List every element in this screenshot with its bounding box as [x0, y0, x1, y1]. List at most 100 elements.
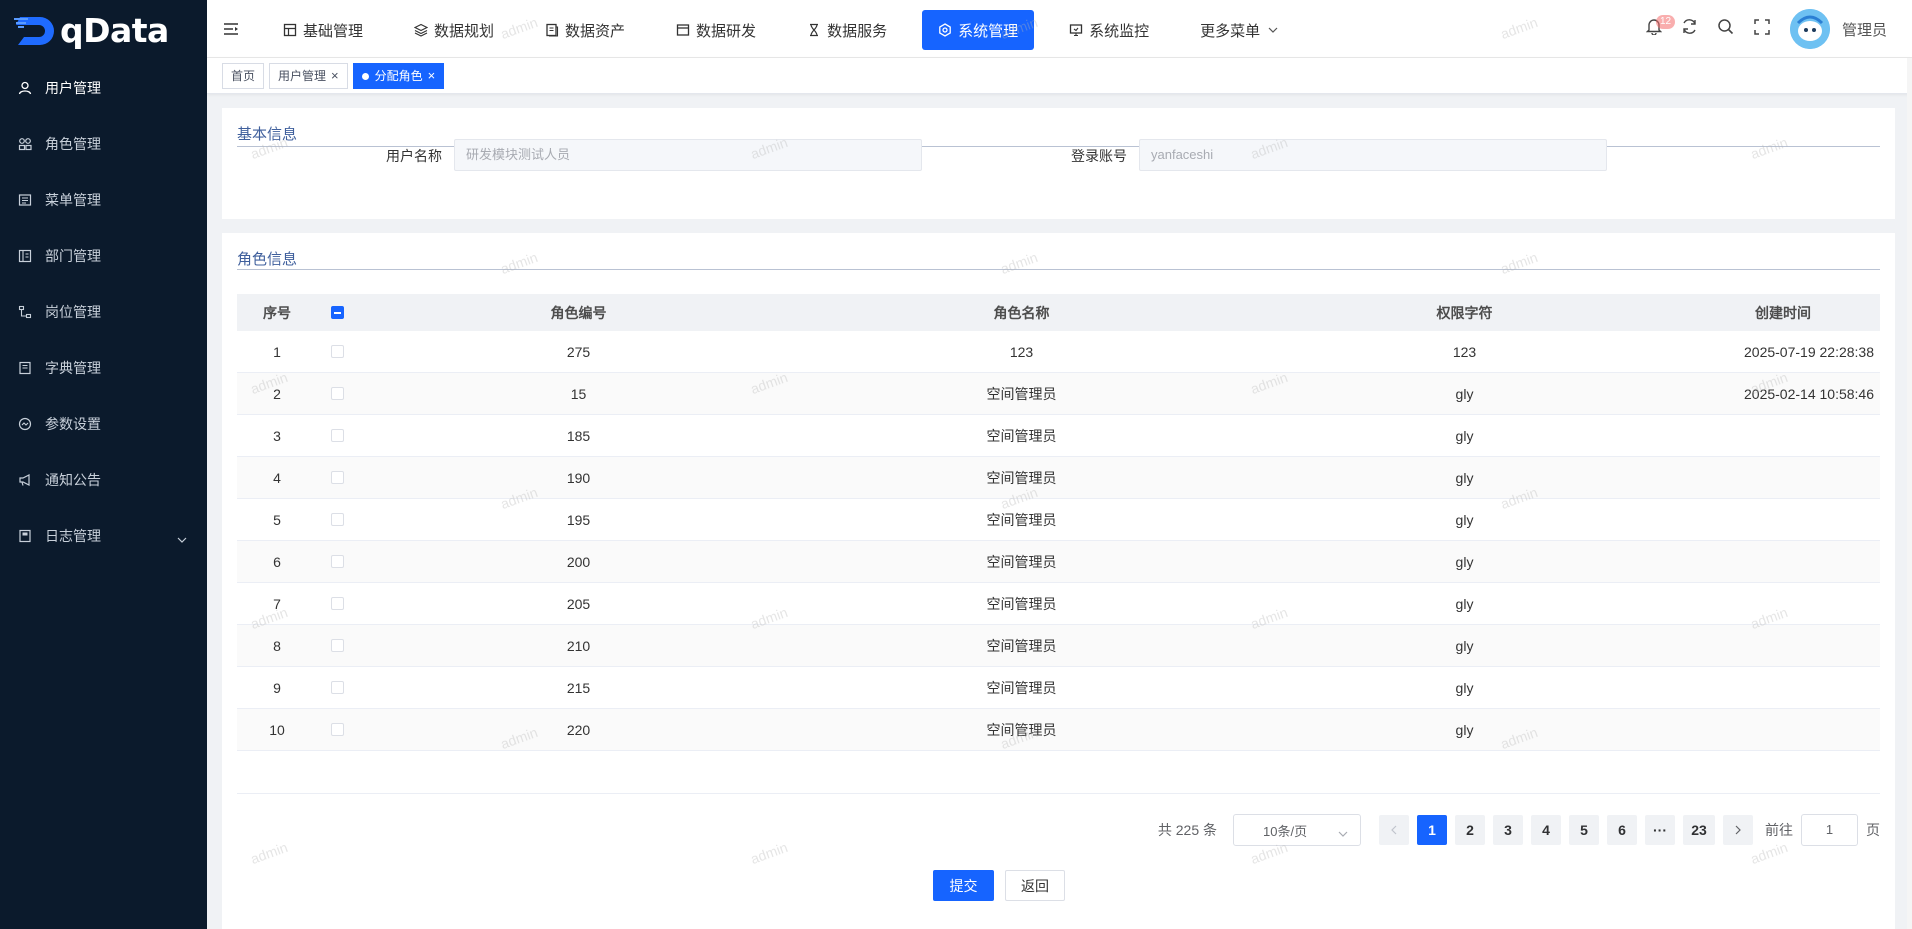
page-button-last[interactable]: 23	[1683, 815, 1715, 845]
logo[interactable]: qData	[14, 10, 169, 50]
nav-label: 基础管理	[303, 22, 364, 40]
sidebar-menu: 用户管理 角色管理 菜单管理 部门管理 岗位管理 字典管理 参数设置 通知公告	[0, 60, 207, 564]
row-checkbox[interactable]	[330, 639, 344, 652]
logo-text: qData	[60, 10, 169, 50]
tab-home[interactable]: 首页	[222, 63, 265, 89]
cell-role-key: 123	[1452, 343, 1477, 360]
hamburger-icon[interactable]	[223, 22, 239, 41]
account-field[interactable]: yanfaceshi	[1139, 139, 1607, 171]
role-table: 序号 角色编号 角色名称 权限字符 创建时间 1 275 123 123 2025-07…	[237, 294, 1880, 751]
nav-system-monitoring[interactable]: 系统监控	[1053, 10, 1165, 50]
row-checkbox[interactable]	[330, 723, 344, 736]
refresh-button[interactable]	[1672, 11, 1708, 47]
sidebar-item-label: 岗位管理	[45, 304, 101, 320]
page-button-4[interactable]: 4	[1531, 815, 1561, 845]
row-checkbox[interactable]	[330, 513, 344, 526]
back-button[interactable]: 返回	[1005, 870, 1065, 901]
cell-select[interactable]	[317, 709, 357, 750]
page-button-5[interactable]: 5	[1569, 815, 1599, 845]
nav-more-menu[interactable]: 更多菜单	[1184, 10, 1294, 50]
username-field[interactable]: 研发模块测试人员	[454, 139, 922, 171]
cell-role-name: 空间管理员	[986, 427, 1057, 444]
user-name[interactable]: 管理员	[1842, 19, 1887, 40]
sidebar-item-users[interactable]: 用户管理	[0, 60, 207, 116]
tab-assign-role[interactable]: 分配角色 ×	[352, 63, 445, 89]
close-icon[interactable]: ×	[428, 64, 436, 88]
fullscreen-button[interactable]	[1744, 11, 1780, 47]
page-size-select[interactable]: 10条/页	[1233, 814, 1361, 846]
cell-select[interactable]	[317, 667, 357, 708]
notification-button[interactable]: 12	[1636, 11, 1676, 47]
cell-select[interactable]	[317, 583, 357, 624]
prev-page-button[interactable]	[1379, 815, 1409, 845]
cell-select[interactable]	[317, 415, 357, 456]
top-bar: 基础管理 数据规划 数据资产 数据研发 数据服务 系统管理 系统监控 更多菜单	[207, 0, 1912, 58]
table-row[interactable]: 7 205 空间管理员 gly	[237, 583, 1880, 625]
cell-select[interactable]	[317, 373, 357, 414]
table-row[interactable]: 10 220 空间管理员 gly	[237, 709, 1880, 751]
sidebar-item-posts[interactable]: 岗位管理	[0, 284, 207, 340]
row-checkbox[interactable]	[330, 471, 344, 484]
cell-role-id: 200	[566, 553, 591, 570]
avatar[interactable]	[1789, 9, 1830, 49]
nav-label: 数据资产	[565, 22, 626, 40]
row-checkbox[interactable]	[330, 345, 344, 358]
pagination: 共 225 条 10条/页 1 2 3 4 5 6 ··· 23 前往 1 页	[1158, 814, 1880, 846]
sidebar-item-dictionary[interactable]: 字典管理	[0, 340, 207, 396]
table-row[interactable]: 2 15 空间管理员 gly 2025-02-14 10:58:46	[237, 373, 1880, 415]
cell-role-name: 空间管理员	[986, 553, 1057, 570]
row-checkbox[interactable]	[330, 429, 344, 442]
sidebar-item-roles[interactable]: 角色管理	[0, 116, 207, 172]
cell-select[interactable]	[317, 331, 357, 372]
table-row[interactable]: 6 200 空间管理员 gly	[237, 541, 1880, 583]
row-checkbox[interactable]	[330, 681, 344, 694]
nav-data-planning[interactable]: 数据规划	[398, 10, 510, 50]
table-row[interactable]: 1 275 123 123 2025-07-19 22:28:38	[237, 331, 1880, 373]
sidebar-item-logs[interactable]: 日志管理	[0, 508, 207, 564]
table-body: 1 275 123 123 2025-07-19 22:28:38 2 15 空间管理员 gly…	[237, 331, 1880, 751]
row-checkbox[interactable]	[330, 387, 344, 400]
table-row[interactable]: 3 185 空间管理员 gly	[237, 415, 1880, 457]
nav-data-services[interactable]: 数据服务	[791, 10, 903, 50]
sidebar-item-menus[interactable]: 菜单管理	[0, 172, 207, 228]
table-row[interactable]: 5 195 空间管理员 gly	[237, 499, 1880, 541]
scrollbar[interactable]	[1907, 58, 1912, 929]
header-select-all[interactable]	[317, 294, 357, 331]
nav-data-assets[interactable]: 数据资产	[529, 10, 641, 50]
table-row[interactable]: 9 215 空间管理员 gly	[237, 667, 1880, 709]
sidebar-item-departments[interactable]: 部门管理	[0, 228, 207, 284]
table-row[interactable]: 4 190 空间管理员 gly	[237, 457, 1880, 499]
page-button-1[interactable]: 1	[1417, 815, 1447, 845]
row-checkbox[interactable]	[330, 555, 344, 568]
nav-system-management[interactable]: 系统管理	[922, 10, 1035, 50]
cell-select[interactable]	[317, 457, 357, 498]
sidebar-item-label: 部门管理	[45, 248, 101, 264]
more-pages-button[interactable]: ···	[1645, 815, 1675, 845]
search-button[interactable]	[1708, 11, 1744, 47]
chevron-down-icon[interactable]	[177, 530, 187, 546]
nav-basic-management[interactable]: 基础管理	[267, 10, 379, 50]
cell-select[interactable]	[317, 541, 357, 582]
menu-icon	[18, 193, 32, 207]
cell-index: 7	[273, 595, 281, 612]
page-button-6[interactable]: 6	[1607, 815, 1637, 845]
cell-role-key: gly	[1455, 721, 1474, 738]
goto-page-input[interactable]: 1	[1801, 814, 1858, 846]
select-all-checkbox[interactable]	[330, 306, 344, 319]
nav-data-development[interactable]: 数据研发	[660, 10, 772, 50]
next-page-button[interactable]	[1723, 815, 1753, 845]
cell-role-key: gly	[1455, 595, 1474, 612]
sidebar-item-notices[interactable]: 通知公告	[0, 452, 207, 508]
cell-select[interactable]	[317, 625, 357, 666]
tab-user-management[interactable]: 用户管理 ×	[269, 63, 348, 89]
cell-role-key: gly	[1455, 679, 1474, 696]
table-row[interactable]: 8 210 空间管理员 gly	[237, 625, 1880, 667]
row-checkbox[interactable]	[330, 597, 344, 610]
page-button-3[interactable]: 3	[1493, 815, 1523, 845]
submit-button[interactable]: 提交	[933, 870, 994, 901]
page-button-2[interactable]: 2	[1455, 815, 1485, 845]
cell-index: 10	[269, 721, 285, 738]
close-icon[interactable]: ×	[331, 64, 339, 88]
cell-select[interactable]	[317, 499, 357, 540]
sidebar-item-params[interactable]: 参数设置	[0, 396, 207, 452]
